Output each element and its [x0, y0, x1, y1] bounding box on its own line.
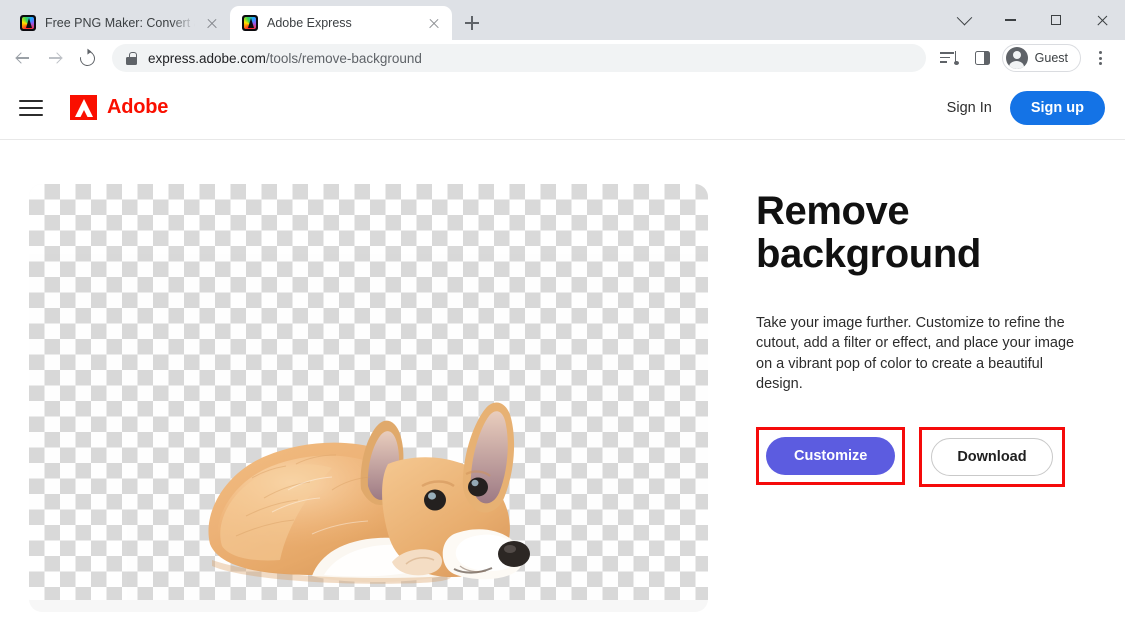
close-window-button[interactable]	[1079, 0, 1125, 40]
reload-icon	[76, 47, 98, 69]
reload-button[interactable]	[72, 43, 102, 73]
arrow-right-icon	[47, 50, 63, 66]
tab-favicon-icon	[20, 15, 36, 31]
forward-button[interactable]	[40, 43, 70, 73]
url-path: /tools/remove-background	[265, 50, 422, 66]
site-header: Adobe Sign In Sign up	[0, 76, 1125, 140]
minimize-icon	[1004, 19, 1016, 21]
main-content: Remove background Take your image furthe…	[0, 140, 1125, 612]
annotation-box-download: Download	[919, 426, 1065, 487]
tab-close-icon[interactable]	[426, 15, 442, 31]
download-button[interactable]: Download	[931, 437, 1053, 476]
page-title: Remove background	[756, 189, 981, 276]
page-description: Take your image further. Customize to re…	[756, 314, 1075, 393]
back-button[interactable]	[8, 43, 38, 73]
url-domain: express.adobe.com	[148, 50, 266, 66]
hamburger-menu-icon[interactable]	[14, 91, 48, 125]
sign-up-button[interactable]: Sign up	[1009, 90, 1105, 125]
new-tab-button[interactable]	[458, 9, 486, 37]
sign-in-link[interactable]: Sign In	[947, 100, 992, 116]
media-control-icon	[940, 51, 959, 65]
preview-column	[0, 184, 708, 612]
page-content: Adobe Sign In Sign up Remove background …	[0, 76, 1125, 643]
tab-title: Free PNG Maker: Convert a JPG	[45, 16, 195, 30]
corgi-dog-image	[208, 402, 530, 584]
adobe-logo-icon	[70, 95, 97, 120]
annotation-box-customize: Customize	[756, 426, 906, 485]
media-control-button[interactable]	[934, 43, 964, 73]
window-controls	[941, 0, 1125, 40]
tab-close-icon[interactable]	[204, 15, 220, 31]
close-icon	[1096, 14, 1109, 27]
adobe-brand-logo[interactable]: Adobe	[70, 95, 168, 120]
browser-tab-adobe-express[interactable]: Adobe Express	[230, 6, 452, 40]
browser-toolbar: express.adobe.com/tools/remove-backgroun…	[0, 40, 1125, 76]
maximize-button[interactable]	[1033, 0, 1079, 40]
tab-strip: Free PNG Maker: Convert a JPG Adobe Expr…	[0, 0, 1125, 40]
maximize-icon	[1051, 15, 1061, 25]
brand-name: Adobe	[107, 96, 169, 118]
avatar-icon	[1005, 47, 1028, 69]
address-bar[interactable]: express.adobe.com/tools/remove-backgroun…	[112, 44, 926, 72]
browser-tab-free-png-maker[interactable]: Free PNG Maker: Convert a JPG	[8, 6, 230, 40]
three-dot-menu-icon	[1091, 49, 1109, 67]
action-buttons: Customize Download	[756, 426, 1078, 487]
lock-icon	[126, 52, 137, 65]
side-panel-icon	[975, 51, 991, 65]
profile-button[interactable]: Guest	[1001, 44, 1081, 72]
tab-favicon-icon	[242, 15, 258, 31]
tab-title: Adobe Express	[267, 16, 352, 30]
side-panel-button[interactable]	[968, 43, 998, 73]
tab-search-button[interactable]	[941, 0, 987, 40]
minimize-button[interactable]	[987, 0, 1033, 40]
image-preview-canvas[interactable]	[29, 184, 708, 612]
arrow-left-icon	[15, 50, 31, 66]
info-column: Remove background Take your image furthe…	[708, 184, 1078, 612]
address-bar-url: express.adobe.com/tools/remove-backgroun…	[148, 51, 422, 66]
customize-button[interactable]: Customize	[766, 436, 896, 475]
profile-label: Guest	[1034, 51, 1068, 65]
browser-chrome: Free PNG Maker: Convert a JPG Adobe Expr…	[0, 0, 1125, 76]
toolbar-right-actions: Guest	[934, 43, 1115, 73]
chevron-down-icon	[956, 9, 972, 25]
header-actions: Sign In Sign up	[947, 90, 1105, 125]
chrome-menu-button[interactable]	[1085, 43, 1115, 73]
